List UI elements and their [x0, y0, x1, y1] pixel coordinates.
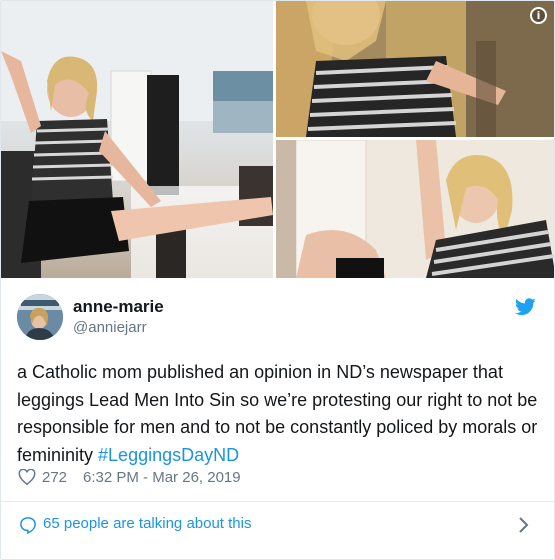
photo-grid: i	[1, 1, 554, 278]
like-count[interactable]: 272	[42, 469, 67, 486]
heart-icon[interactable]	[18, 469, 36, 485]
avatar[interactable]	[17, 294, 63, 340]
chevron-right-icon[interactable]	[518, 516, 530, 534]
photo-left-image	[1, 1, 273, 278]
photo-top-right[interactable]	[276, 1, 554, 137]
tweet-body: a Catholic mom published an opinion in N…	[17, 362, 538, 465]
tweet-meta: 272 6:32 PM - Mar 26, 2019	[18, 467, 241, 487]
embedded-tweet-card: i anne-marie @anniejarr a Catholic mom p…	[0, 0, 555, 560]
photo-top-right-image	[276, 1, 554, 137]
talking-about-link[interactable]: 65 people are talking about this	[43, 515, 251, 532]
hashtag-link[interactable]: #LeggingsDayND	[98, 445, 239, 465]
avatar-image	[17, 294, 63, 340]
tweet-text: a Catholic mom published an opinion in N…	[17, 359, 542, 469]
info-icon[interactable]: i	[530, 7, 547, 24]
author-name[interactable]: anne-marie	[73, 297, 164, 317]
photo-bottom-right[interactable]	[276, 140, 554, 278]
twitter-bird-icon[interactable]	[515, 298, 536, 316]
speech-bubble-icon	[20, 517, 36, 534]
conversation-footer[interactable]: 65 people are talking about this	[1, 502, 554, 549]
photo-bottom-right-image	[276, 140, 554, 278]
timestamp[interactable]: 6:32 PM - Mar 26, 2019	[83, 469, 241, 486]
photo-left[interactable]	[1, 1, 273, 278]
author-handle[interactable]: @anniejarr	[73, 319, 147, 336]
